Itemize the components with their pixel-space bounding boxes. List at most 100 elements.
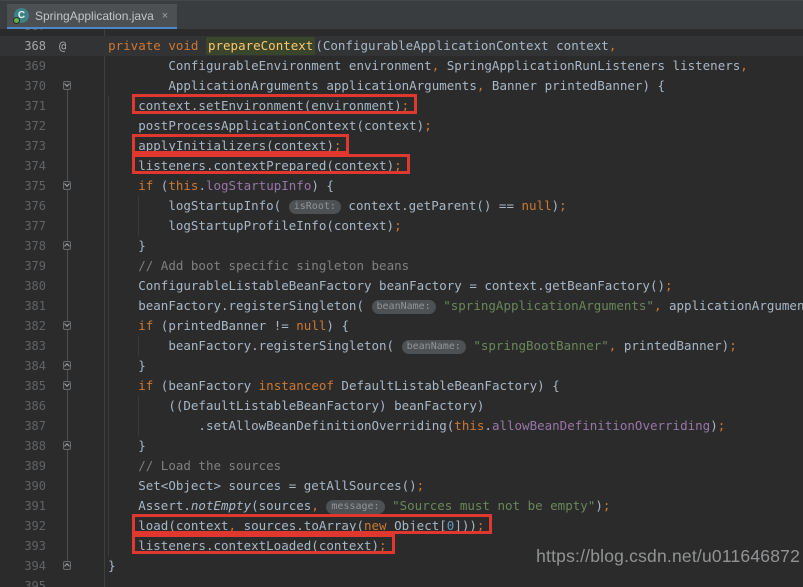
fold-up-icon[interactable] (63, 561, 71, 570)
code-line[interactable]: 385 if (beanFactory instanceof DefaultLi… (0, 376, 803, 396)
line-number[interactable]: 382 (0, 316, 46, 336)
code-token: sources.toArray( (236, 518, 364, 533)
code-token: . (198, 178, 206, 193)
code-token: , (740, 58, 748, 73)
code-text: listeners.contextLoaded(context); (78, 536, 386, 556)
line-number[interactable]: 370 (0, 76, 46, 96)
code-token: SpringApplicationRunListeners listeners (439, 58, 741, 73)
line-number[interactable]: 380 (0, 276, 46, 296)
line-number[interactable]: 387 (0, 416, 46, 436)
code-line[interactable]: 378 } (0, 236, 803, 256)
line-number[interactable]: 375 (0, 176, 46, 196)
code-token: Assert. (138, 498, 191, 513)
line-number[interactable]: 384 (0, 356, 46, 376)
code-token: "springApplicationArguments" (443, 298, 654, 313)
fold-up-icon[interactable] (63, 361, 71, 370)
code-text: listeners.contextPrepared(context); (78, 156, 401, 176)
code-line[interactable]: 383 beanFactory.registerSingleton( beanN… (0, 336, 803, 356)
line-number[interactable]: 388 (0, 436, 46, 456)
fold-up-icon[interactable] (63, 241, 71, 250)
code-line[interactable]: 387 .setAllowBeanDefinitionOverriding(th… (0, 416, 803, 436)
line-number[interactable]: 372 (0, 116, 46, 136)
line-number[interactable]: 383 (0, 336, 46, 356)
code-text: context.setEnvironment(environment); (78, 96, 409, 116)
editor-tab[interactable]: C SpringApplication.java × (7, 4, 178, 30)
code-token: ; (717, 418, 726, 433)
line-number[interactable]: 381 (0, 296, 46, 316)
fold-down-icon[interactable] (63, 381, 71, 390)
code-token: ; (416, 478, 425, 493)
code-line[interactable]: 369 ConfigurableEnvironment environment,… (0, 56, 803, 76)
code-line[interactable]: 375 if (this.logStartupInfo) { (0, 176, 803, 196)
code-token: applicationArguments) (669, 298, 803, 313)
close-icon[interactable]: × (162, 10, 168, 22)
line-number[interactable]: 390 (0, 476, 46, 496)
annotation-box: listeners.contextPrepared(context); (138, 158, 401, 173)
code-line[interactable]: 367 (0, 29, 803, 36)
code-token: notEmpty (190, 498, 252, 513)
line-number[interactable]: 367 (0, 29, 46, 36)
code-token: if (138, 378, 154, 393)
code-line[interactable]: 374 listeners.contextPrepared(context); (0, 156, 803, 176)
line-number[interactable]: 369 (0, 56, 46, 76)
code-token: ; (333, 138, 342, 153)
code-line[interactable]: 390 Set<Object> sources = getAllSources(… (0, 476, 803, 496)
code-line[interactable]: 388 } (0, 436, 803, 456)
code-text: // Load the sources (78, 456, 281, 476)
code-line[interactable]: 376 logStartupInfo( isRoot: context.getP… (0, 196, 803, 216)
code-line[interactable]: 370 ApplicationArguments applicationArgu… (0, 76, 803, 96)
annotation-gutter-icon: @ (59, 39, 67, 53)
line-number[interactable]: 373 (0, 136, 46, 156)
line-number[interactable]: 395 (0, 576, 46, 587)
code-token: ) { (326, 318, 349, 333)
code-token: Object[ (386, 518, 447, 533)
line-number[interactable]: 371 (0, 96, 46, 116)
code-token: logStartupProfileInfo(context) (168, 218, 395, 233)
line-number[interactable]: 377 (0, 216, 46, 236)
code-line[interactable]: 386 ((DefaultListableBeanFactory) beanFa… (0, 396, 803, 416)
code-line[interactable]: 395 (0, 576, 803, 587)
code-text: applyInitializers(context); (78, 136, 341, 156)
fold-down-icon[interactable] (63, 321, 71, 330)
code-line[interactable]: 391 Assert.notEmpty(sources, message: "S… (0, 496, 803, 516)
code-line[interactable]: 384 } (0, 356, 803, 376)
code-token: ConfigurableEnvironment environment (168, 58, 432, 73)
line-number[interactable]: 394 (0, 556, 46, 576)
fold-up-icon[interactable] (63, 441, 71, 450)
code-rows: 367368@ private void prepareContext(Conf… (0, 29, 803, 587)
code-token: logStartupInfo (205, 178, 312, 193)
fold-down-icon[interactable] (63, 181, 71, 190)
code-line[interactable]: 392 load(context, sources.toArray(new Ob… (0, 516, 803, 536)
line-number[interactable]: 389 (0, 456, 46, 476)
line-number[interactable]: 374 (0, 156, 46, 176)
code-token: Set<Object> sources = getAllSources() (138, 478, 417, 493)
code-line[interactable]: 377 logStartupProfileInfo(context); (0, 216, 803, 236)
annotation-box: context.setEnvironment(environment); (138, 98, 409, 113)
code-line[interactable]: 368 @ private void prepareContext (Configu… (0, 36, 803, 56)
code-token: new (364, 518, 387, 533)
code-token: isRoot: (288, 200, 341, 214)
line-number[interactable]: 386 (0, 396, 46, 416)
code-line[interactable]: 371 context.setEnvironment(environment); (0, 96, 803, 116)
line-number[interactable]: 376 (0, 196, 46, 216)
code-line[interactable]: 379 // Add boot specific singleton beans (0, 256, 803, 276)
code-line[interactable]: 381 beanFactory.registerSingleton( beanN… (0, 296, 803, 316)
code-line[interactable]: 372 postProcessApplicationContext(contex… (0, 116, 803, 136)
line-number[interactable]: 391 (0, 496, 46, 516)
code-line[interactable]: 373 applyInitializers(context); (0, 136, 803, 156)
code-line[interactable]: 382 if (printedBanner != null) { (0, 316, 803, 336)
code-token: "Sources must not be empty" (392, 498, 596, 513)
line-number[interactable]: 385 (0, 376, 46, 396)
line-number[interactable]: 393 (0, 536, 46, 556)
line-number[interactable]: 379 (0, 256, 46, 276)
fold-down-icon[interactable] (63, 81, 71, 90)
line-number[interactable]: 392 (0, 516, 46, 536)
line-number[interactable]: 378 (0, 236, 46, 256)
line-number[interactable]: 368 (0, 36, 46, 56)
code-line[interactable]: 389 // Load the sources (0, 456, 803, 476)
annotation-box: applyInitializers(context); (138, 138, 341, 153)
code-editor[interactable]: 367368@ private void prepareContext(Conf… (0, 29, 803, 587)
code-token: logStartupInfo( (168, 198, 289, 213)
code-line[interactable]: 380 ConfigurableListableBeanFactory bean… (0, 276, 803, 296)
code-token: } (138, 238, 146, 253)
